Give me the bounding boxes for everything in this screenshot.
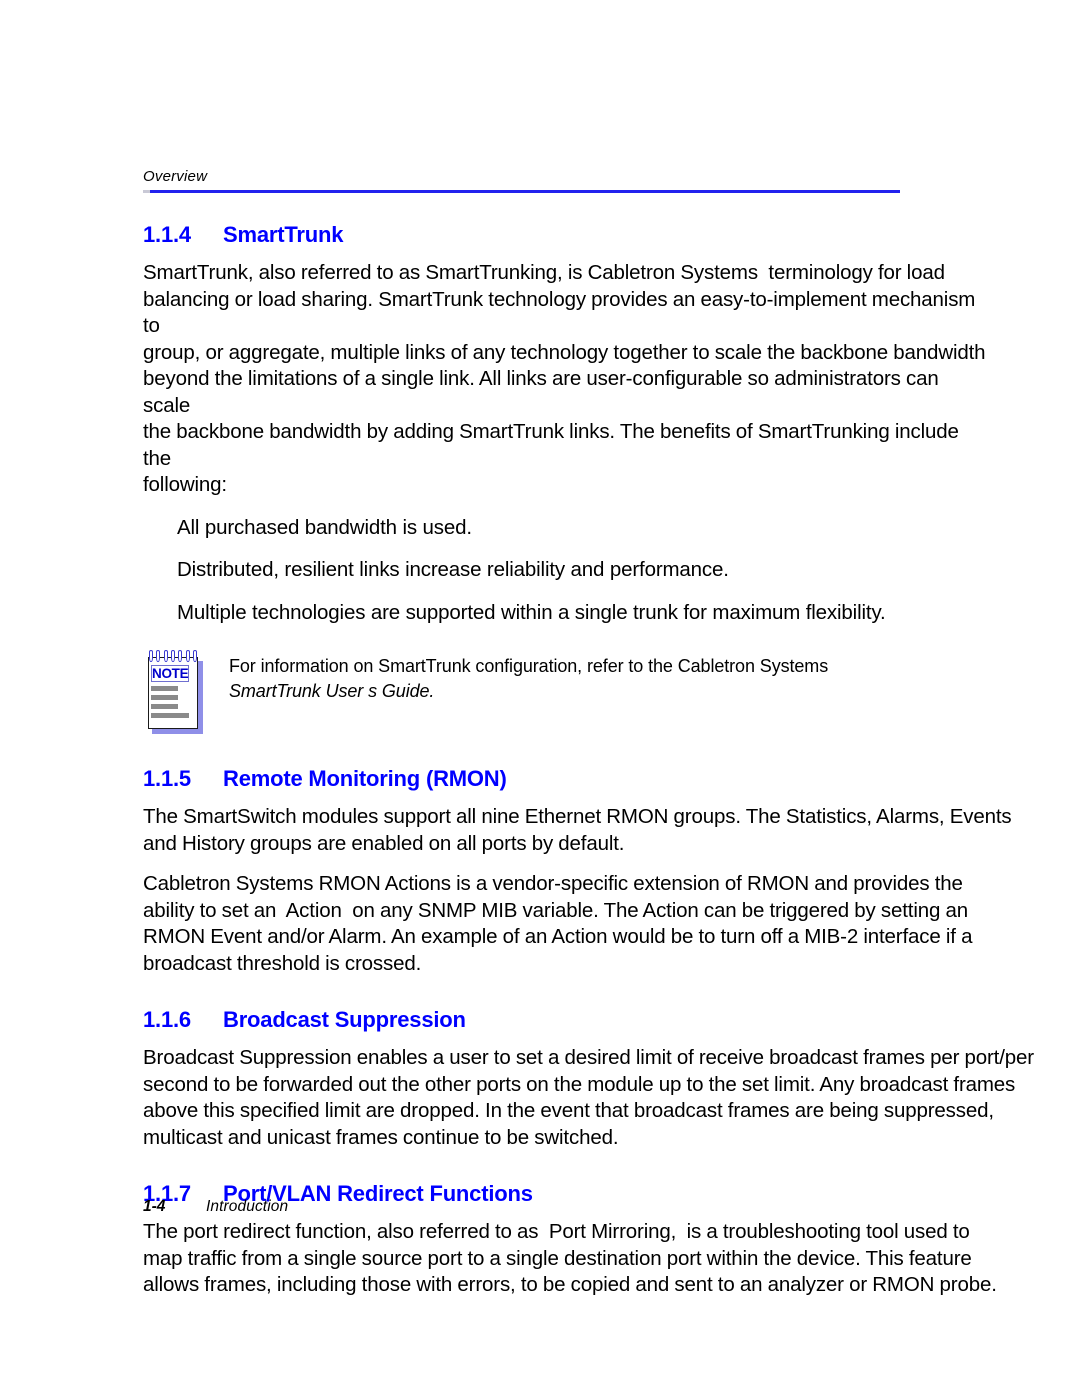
note-coil bbox=[156, 650, 161, 662]
document-page: Overview 1.1.4 SmartTrunk SmartTrunk, al… bbox=[0, 0, 1080, 1397]
paragraph-rmon-2: Cabletron Systems RMON Actions is a vend… bbox=[143, 872, 973, 975]
heading-number: 1.1.6 bbox=[143, 1007, 191, 1032]
note-icon: NOTE bbox=[145, 650, 207, 736]
heading-number: 1.1.5 bbox=[143, 766, 191, 791]
note-icon-label: NOTE bbox=[151, 665, 189, 682]
note-coil bbox=[178, 650, 183, 662]
note-text-line-2: SmartTrunk User s Guide. bbox=[229, 681, 435, 701]
note-coil bbox=[163, 650, 168, 662]
note-icon-ruled-lines bbox=[151, 686, 189, 722]
note-icon-line bbox=[151, 713, 189, 718]
heading-title: Remote Monitoring (RMON) bbox=[223, 766, 507, 791]
list-item: Distributed, resilient links increase re… bbox=[177, 558, 729, 581]
note-coil bbox=[170, 650, 175, 662]
note-icon-line bbox=[151, 704, 178, 709]
note-text-line-1: For information on SmartTrunk configurat… bbox=[229, 656, 829, 676]
paragraph-rmon-1: The SmartSwitch modules support all nine… bbox=[143, 805, 1012, 855]
list-item: All purchased bandwidth is used. bbox=[177, 515, 472, 539]
heading-number: 1.1.4 bbox=[143, 222, 191, 247]
header-rule-left-cap bbox=[143, 190, 150, 193]
footer-page-number: 1-4 bbox=[143, 1198, 166, 1215]
page-footer: 1-4 Introduction bbox=[143, 1198, 288, 1216]
paragraph-port-vlan-redirect: The port redirect function, also referre… bbox=[143, 1220, 997, 1296]
paragraph-broadcast-suppression: Broadcast Suppression enables a user to … bbox=[143, 1046, 1034, 1149]
note-text: For information on SmartTrunk configurat… bbox=[229, 652, 828, 704]
heading-smarttrunk: 1.1.4 SmartTrunk bbox=[143, 222, 1003, 248]
heading-remote-monitoring: 1.1.5 Remote Monitoring (RMON) bbox=[143, 766, 1003, 792]
note-icon-line bbox=[151, 686, 178, 691]
note-icon-spiral-binding bbox=[149, 650, 197, 662]
paragraph-smarttrunk: SmartTrunk, also referred to as SmartTru… bbox=[143, 261, 986, 496]
header-rule bbox=[143, 190, 900, 193]
running-header-text: Overview bbox=[143, 168, 208, 185]
heading-title: SmartTrunk bbox=[223, 222, 344, 247]
note-coil bbox=[192, 650, 197, 662]
content-column: 1.1.4 SmartTrunk SmartTrunk, also referr… bbox=[143, 222, 1034, 1299]
footer-chapter-title: Introduction bbox=[206, 1198, 289, 1215]
note-callout: NOTE For information on SmartTrunk confi… bbox=[143, 650, 1003, 736]
heading-broadcast-suppression: 1.1.6 Broadcast Suppression bbox=[143, 1007, 1003, 1033]
note-coil bbox=[149, 650, 153, 662]
heading-title: Broadcast Suppression bbox=[223, 1007, 466, 1032]
note-coil bbox=[185, 650, 190, 662]
running-header: Overview bbox=[143, 168, 1043, 186]
list-item: Multiple technologies are supported with… bbox=[177, 600, 886, 624]
note-icon-line bbox=[151, 695, 178, 700]
